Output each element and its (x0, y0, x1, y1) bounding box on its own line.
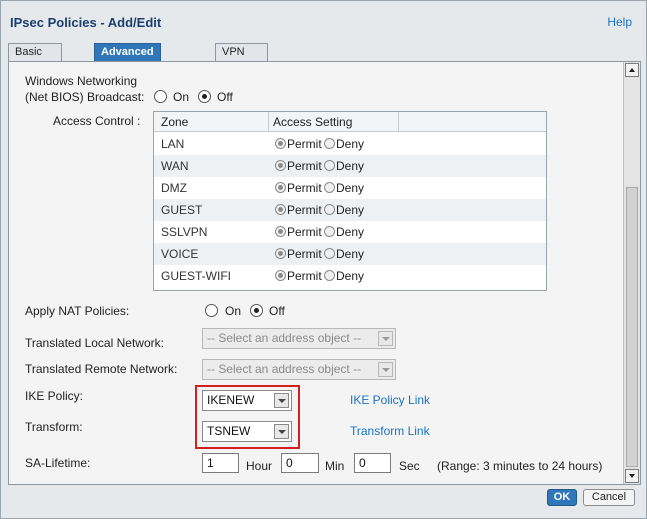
deny-radio[interactable] (324, 204, 335, 215)
translated-local-select[interactable]: -- Select an address object -- (202, 328, 396, 349)
column-divider (398, 112, 399, 132)
zone-cell: GUEST-WIFI (161, 269, 231, 283)
access-control-label: Access Control : (53, 114, 141, 128)
tab-basic-settings[interactable]: Basic Settings (8, 43, 62, 75)
zone-cell: WAN (161, 159, 189, 173)
permit-label: Permit (287, 181, 322, 195)
chevron-down-icon (378, 362, 393, 377)
sa-sec-input[interactable]: 0 (354, 453, 391, 473)
chevron-down-icon (378, 331, 393, 346)
translated-local-label: Translated Local Network: (25, 336, 164, 350)
translated-local-value: -- Select an address object -- (207, 331, 362, 345)
netbios-on-radio[interactable] (154, 90, 167, 103)
permit-radio[interactable] (275, 138, 286, 149)
zone-column-header: Zone (161, 115, 189, 129)
netbios-off-radio[interactable] (198, 90, 211, 103)
sa-lifetime-label: SA-Lifetime: (25, 456, 91, 470)
panel-scrollbar[interactable] (623, 62, 640, 484)
column-divider (268, 112, 269, 132)
ike-policy-label: IKE Policy: (25, 389, 84, 403)
deny-radio[interactable] (324, 248, 335, 259)
deny-radio[interactable] (324, 182, 335, 193)
permit-radio[interactable] (275, 204, 286, 215)
permit-label: Permit (287, 247, 322, 261)
table-row: GUEST-WIFI Permit Deny (154, 265, 546, 287)
sa-range-note: (Range: 3 minutes to 24 hours) (437, 459, 603, 473)
table-row: GUEST Permit Deny (154, 199, 546, 221)
table-row: VOICE Permit Deny (154, 243, 546, 265)
tab-vpn-failover[interactable]: VPN Failover (215, 43, 269, 75)
deny-radio[interactable] (324, 226, 335, 237)
advanced-settings-panel: Windows Networking (Net BIOS) Broadcast:… (8, 61, 641, 485)
permit-label: Permit (287, 137, 322, 151)
tab-advanced-settings[interactable]: Advanced Settings (94, 43, 161, 75)
access-setting-column-header: Access Setting (273, 115, 353, 129)
translated-remote-select[interactable]: -- Select an address object -- (202, 359, 396, 380)
deny-label: Deny (336, 269, 365, 283)
permit-radio[interactable] (275, 248, 286, 259)
translated-remote-value: -- Select an address object -- (207, 362, 362, 376)
apply-nat-label: Apply NAT Policies: (25, 304, 130, 318)
sec-label: Sec (399, 459, 420, 473)
deny-label: Deny (336, 247, 365, 261)
deny-label: Deny (336, 137, 365, 151)
ike-policy-link[interactable]: IKE Policy Link (350, 393, 430, 407)
permit-label: Permit (287, 225, 322, 239)
deny-label: Deny (336, 159, 365, 173)
permit-radio[interactable] (275, 226, 286, 237)
table-row: WAN Permit Deny (154, 155, 546, 177)
permit-radio[interactable] (275, 160, 286, 171)
permit-label: Permit (287, 203, 322, 217)
scroll-up-arrow-icon[interactable] (625, 63, 639, 77)
netbios-on-label: On (173, 90, 190, 104)
transform-label: Transform: (25, 420, 83, 434)
permit-radio[interactable] (275, 182, 286, 193)
zone-cell: LAN (161, 137, 185, 151)
nat-off-label: Off (269, 304, 285, 318)
table-header: Zone Access Setting (154, 112, 546, 132)
scrollbar-thumb[interactable] (626, 187, 638, 467)
ok-button[interactable]: OK (547, 489, 577, 506)
deny-radio[interactable] (324, 160, 335, 171)
permit-label: Permit (287, 269, 322, 283)
permit-label: Permit (287, 159, 322, 173)
windows-networking-label: Windows Networking (25, 74, 138, 88)
nat-on-label: On (225, 304, 242, 318)
min-label: Min (325, 459, 345, 473)
permit-radio[interactable] (275, 270, 286, 281)
table-row: SSLVPN Permit Deny (154, 221, 546, 243)
deny-radio[interactable] (324, 138, 335, 149)
table-row: DMZ Permit Deny (154, 177, 546, 199)
table-row: LAN Permit Deny (154, 133, 546, 155)
dialog-title: IPsec Policies - Add/Edit (10, 15, 162, 30)
zone-cell: DMZ (161, 181, 187, 195)
netbios-off-label: Off (217, 90, 233, 104)
deny-label: Deny (336, 181, 365, 195)
hour-label: Hour (246, 459, 273, 473)
cancel-button[interactable]: Cancel (583, 489, 635, 506)
deny-label: Deny (336, 203, 365, 217)
help-link[interactable]: Help (607, 15, 632, 29)
translated-remote-label: Translated Remote Network: (25, 362, 178, 376)
netbios-broadcast-label: (Net BIOS) Broadcast: (25, 90, 145, 104)
zone-cell: GUEST (161, 203, 203, 217)
zone-cell: SSLVPN (161, 225, 208, 239)
sa-min-input[interactable]: 0 (281, 453, 319, 473)
access-control-table: Zone Access Setting LAN Permit Deny WAN … (153, 111, 547, 291)
ipsec-dialog: IPsec Policies - Add/Edit Help Basic Set… (0, 0, 647, 519)
deny-radio[interactable] (324, 270, 335, 281)
zone-cell: VOICE (161, 247, 199, 261)
sa-hour-input[interactable]: 1 (202, 453, 239, 473)
nat-off-radio[interactable] (250, 304, 263, 317)
deny-label: Deny (336, 225, 365, 239)
nat-on-radio[interactable] (205, 304, 218, 317)
scroll-down-arrow-icon[interactable] (625, 469, 639, 483)
highlight-box (195, 385, 300, 449)
transform-link[interactable]: Transform Link (350, 424, 430, 438)
